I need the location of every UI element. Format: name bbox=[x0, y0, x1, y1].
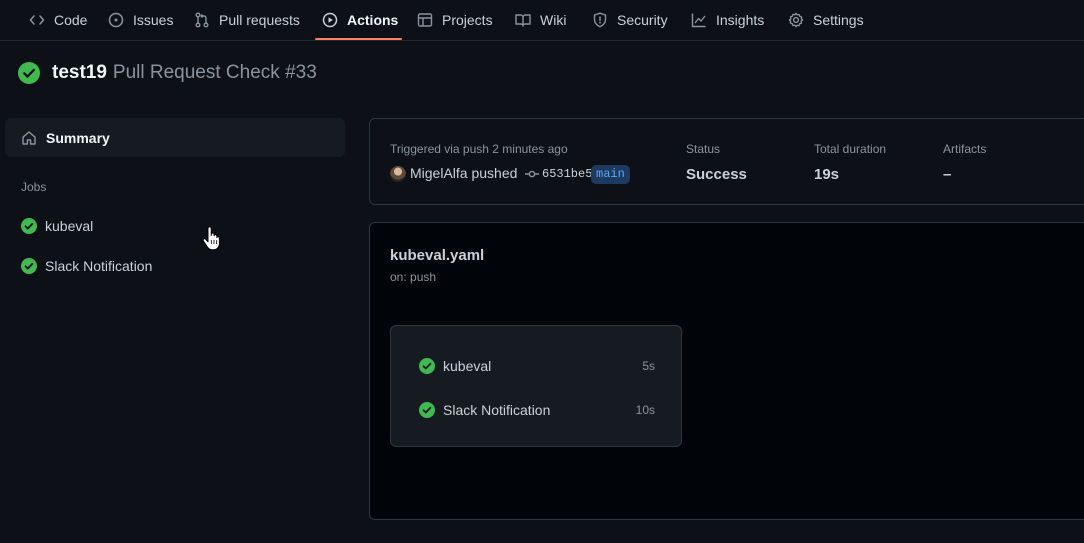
job-label: Slack Notification bbox=[45, 258, 153, 274]
home-icon bbox=[22, 130, 36, 145]
repo-nav: Code Issues Pull requests Actions Projec… bbox=[0, 0, 1084, 41]
tab-pull-requests[interactable]: Pull requests bbox=[194, 0, 300, 40]
shield-icon bbox=[593, 12, 607, 28]
play-icon bbox=[322, 12, 338, 28]
duration-label: Total duration bbox=[814, 142, 887, 156]
success-check-icon bbox=[21, 258, 37, 274]
job-name: kubeval bbox=[443, 358, 492, 374]
success-check-icon bbox=[18, 62, 40, 84]
job-label: kubeval bbox=[45, 218, 94, 234]
branch-badge[interactable]: main bbox=[591, 165, 630, 184]
pull-request-icon bbox=[195, 12, 209, 28]
workflow-name: test19 bbox=[52, 62, 107, 83]
tab-label: Security bbox=[617, 12, 668, 28]
active-tab-indicator bbox=[315, 38, 402, 40]
tab-label: Pull requests bbox=[219, 12, 300, 28]
tab-label: Insights bbox=[716, 12, 765, 28]
tab-label: Code bbox=[54, 12, 88, 28]
sidebar-job-kubeval[interactable]: kubeval bbox=[5, 210, 345, 242]
success-check-icon bbox=[419, 402, 435, 418]
summary-label: Summary bbox=[46, 129, 110, 146]
run-status-card: Triggered via push 2 minutes ago MigelAl… bbox=[369, 118, 1084, 205]
tab-label: Issues bbox=[133, 12, 174, 28]
tab-label: Actions bbox=[347, 12, 399, 28]
tab-settings[interactable]: Settings bbox=[788, 0, 864, 40]
workflow-graph-card: kubeval.yaml on: push kubeval 5s Slack N… bbox=[369, 222, 1084, 520]
tab-issues[interactable]: Issues bbox=[108, 0, 173, 40]
commit-icon bbox=[525, 170, 539, 178]
sidebar-job-slack-notification[interactable]: Slack Notification bbox=[5, 250, 345, 282]
gear-icon bbox=[788, 12, 804, 28]
tab-label: Settings bbox=[813, 12, 864, 28]
job-name: Slack Notification bbox=[443, 402, 551, 418]
run-title: test19 Pull Request Check #33 bbox=[18, 62, 317, 84]
tab-label: Wiki bbox=[540, 12, 567, 28]
trigger-text: Triggered via push 2 minutes ago bbox=[390, 142, 568, 156]
jobs-group: kubeval 5s Slack Notification 10s bbox=[390, 325, 682, 447]
avatar[interactable] bbox=[390, 166, 406, 182]
commit-sha[interactable]: 6531be5 bbox=[542, 167, 592, 181]
status-value: Success bbox=[686, 166, 747, 183]
tab-label: Projects bbox=[442, 12, 493, 28]
job-duration: 10s bbox=[635, 403, 655, 417]
artifacts-value: – bbox=[943, 166, 952, 183]
graph-job-kubeval[interactable]: kubeval 5s bbox=[419, 355, 655, 377]
run-name: Pull Request Check #33 bbox=[112, 62, 317, 83]
tab-actions[interactable]: Actions bbox=[322, 0, 398, 40]
status-label: Status bbox=[686, 142, 721, 156]
table-icon bbox=[417, 13, 433, 27]
code-icon bbox=[29, 15, 45, 25]
issue-icon bbox=[108, 12, 124, 28]
job-duration: 5s bbox=[642, 359, 655, 373]
actor-name[interactable]: MigelAlfa pushed bbox=[410, 165, 517, 181]
jobs-heading: Jobs bbox=[21, 180, 47, 194]
workflow-trigger: on: push bbox=[390, 270, 437, 284]
tab-code[interactable]: Code bbox=[29, 0, 87, 40]
tab-wiki[interactable]: Wiki bbox=[515, 0, 566, 40]
book-icon bbox=[515, 14, 531, 27]
graph-icon bbox=[691, 13, 706, 28]
graph-job-slack-notification[interactable]: Slack Notification 10s bbox=[419, 399, 655, 421]
success-check-icon bbox=[419, 358, 435, 374]
duration-value: 19s bbox=[814, 166, 840, 183]
tab-insights[interactable]: Insights bbox=[691, 0, 764, 40]
sidebar-summary[interactable]: Summary bbox=[5, 118, 345, 157]
hand-pointer-cursor-icon bbox=[202, 226, 220, 250]
success-check-icon bbox=[21, 218, 37, 234]
tab-security[interactable]: Security bbox=[592, 0, 668, 40]
workflow-file[interactable]: kubeval.yaml bbox=[390, 247, 484, 264]
tab-projects[interactable]: Projects bbox=[417, 0, 493, 40]
artifacts-label: Artifacts bbox=[943, 142, 987, 156]
